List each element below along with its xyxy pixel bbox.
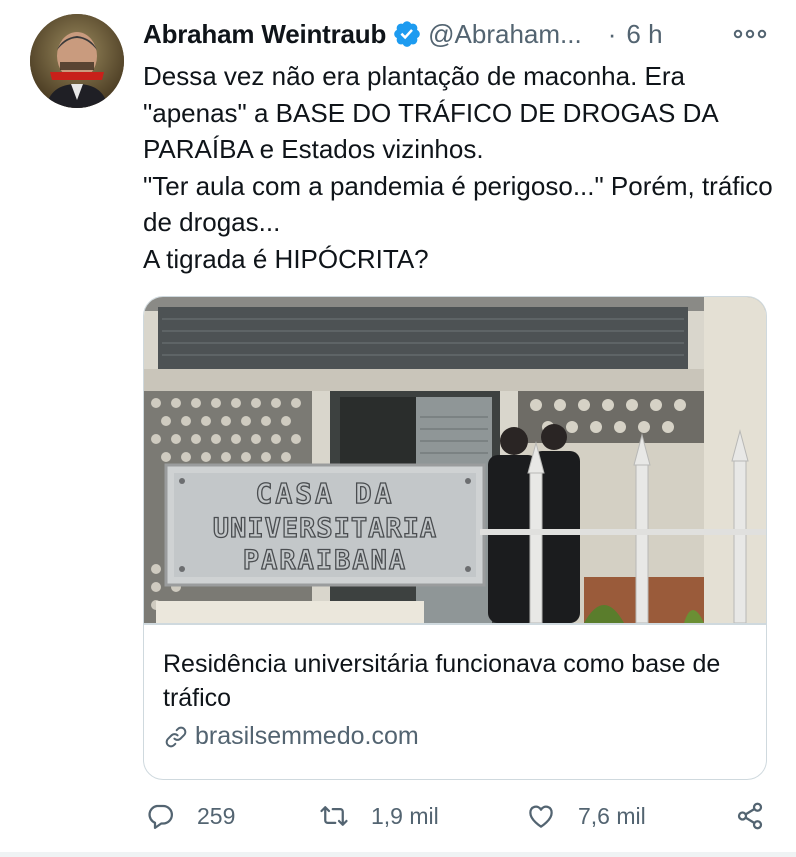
like-icon xyxy=(529,805,553,828)
link-icon xyxy=(165,726,187,747)
share-icon xyxy=(737,802,763,830)
verified-icon xyxy=(394,21,420,47)
sign-line-1: CASA DA xyxy=(255,477,394,510)
author-handle[interactable]: @Abraham... xyxy=(428,19,582,50)
retweet-count: 1,9 mil xyxy=(371,802,439,829)
card-title[interactable]: Residência universitária funcionava como… xyxy=(163,647,743,715)
bottom-divider xyxy=(0,852,796,857)
share-button[interactable] xyxy=(735,796,765,836)
card-domain[interactable]: brasilsemmedo.com xyxy=(163,722,419,751)
avatar-photo xyxy=(30,14,124,108)
like-button[interactable]: 7,6 mil xyxy=(526,796,646,836)
retweet-icon xyxy=(320,806,348,826)
timestamp[interactable]: 6 h xyxy=(626,19,662,50)
card-domain-text: brasilsemmedo.com xyxy=(195,722,419,750)
reply-button[interactable]: 259 xyxy=(145,796,235,836)
tweet-text: Dessa vez não era plantação de maconha. … xyxy=(143,61,773,274)
card-divider xyxy=(144,623,766,625)
retweet-button[interactable]: 1,9 mil xyxy=(319,796,439,836)
tweet-header: Abraham Weintraub @Abraham... · 6 h xyxy=(143,16,776,52)
more-icon[interactable] xyxy=(730,20,770,48)
author-name[interactable]: Abraham Weintraub xyxy=(143,19,386,50)
link-card[interactable]: CASA DA UNIVERSITARIA PARAIBANA Residênc… xyxy=(143,296,767,780)
sign-line-3: PARAIBANA xyxy=(243,545,407,576)
separator: · xyxy=(607,18,617,49)
reply-icon xyxy=(148,804,173,829)
action-bar: 259 1,9 mil 7,6 mil xyxy=(143,796,773,836)
like-count: 7,6 mil xyxy=(578,802,646,829)
reply-count: 259 xyxy=(197,802,236,829)
card-image: CASA DA UNIVERSITARIA PARAIBANA xyxy=(144,297,766,623)
avatar[interactable] xyxy=(30,14,124,108)
sign-line-2: UNIVERSITARIA xyxy=(213,513,437,544)
